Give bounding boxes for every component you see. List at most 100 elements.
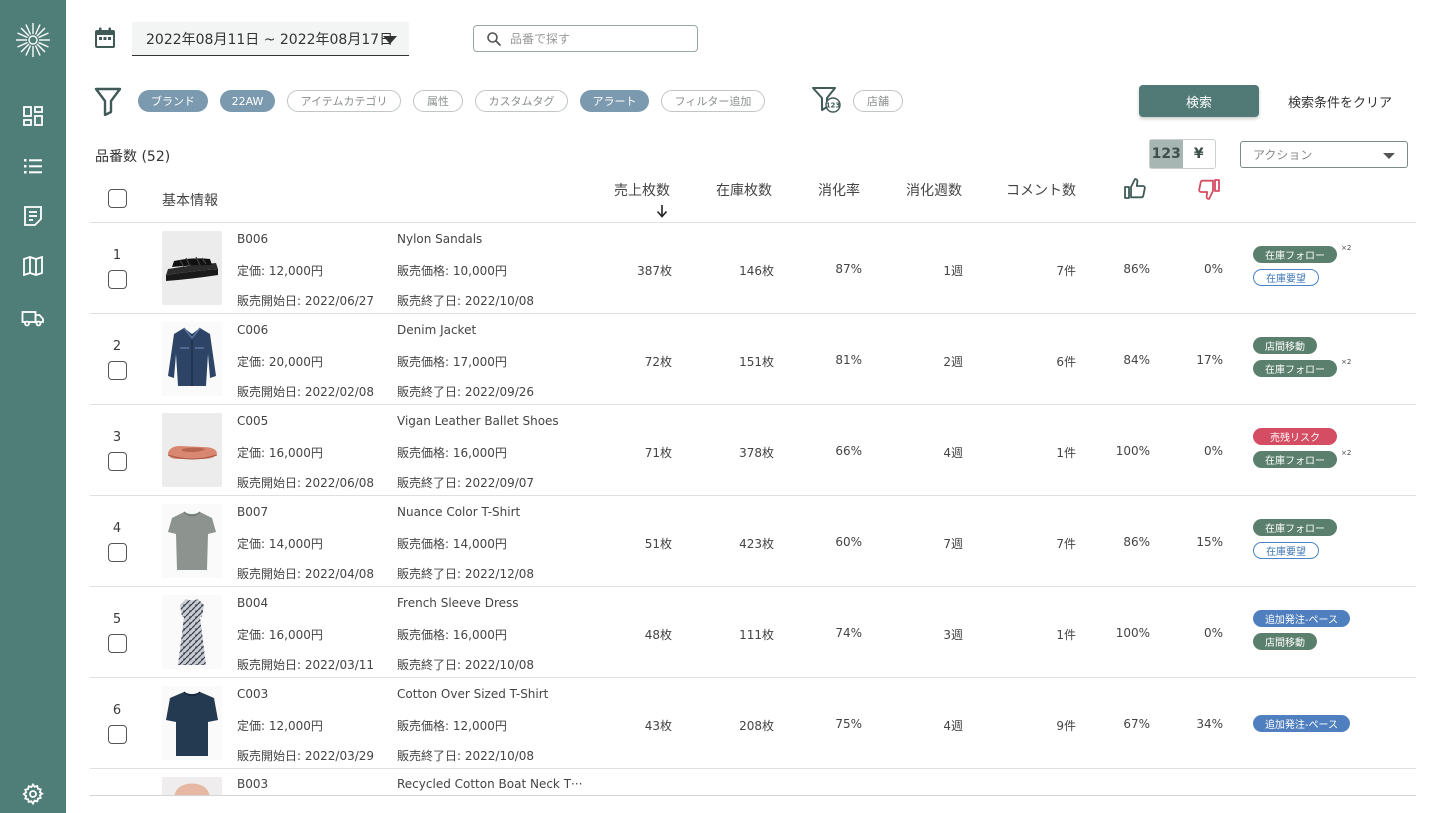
filter-chip-alert[interactable]: アラート xyxy=(580,90,649,112)
select-all-checkbox[interactable] xyxy=(108,189,127,208)
filter-chip-store[interactable]: 店舗 xyxy=(853,90,903,112)
stock-cell: 151枚 xyxy=(739,355,774,369)
search-button[interactable]: 検索 xyxy=(1139,85,1259,117)
comments-cell: 7件 xyxy=(1056,537,1076,551)
product-name[interactable]: Vigan Leather Ballet Shoes xyxy=(397,414,559,428)
search-box[interactable] xyxy=(473,25,698,52)
add-filter-button[interactable]: フィルター追加 xyxy=(661,90,765,112)
alert-tag[interactable]: 在庫要望 xyxy=(1253,542,1319,559)
store-filter-badge: 123 xyxy=(826,102,841,110)
product-thumbnail[interactable] xyxy=(162,595,222,669)
sale-start-date: 販売開始日: 2022/04/08 xyxy=(237,567,375,581)
sale-start-date: 販売開始日: 2022/03/11 xyxy=(237,658,375,672)
dashboard-icon[interactable] xyxy=(21,104,45,128)
alert-tag[interactable]: 在庫フォロー xyxy=(1253,360,1337,377)
store-filter-icon[interactable]: 123 xyxy=(811,85,841,115)
filter-chip-item-category[interactable]: アイテムカテゴリ xyxy=(287,90,401,112)
product-name[interactable]: Nylon Sandals xyxy=(397,232,482,246)
row-checkbox[interactable] xyxy=(108,543,127,562)
table-row[interactable]: B003 Recycled Cotton Boat Neck T··· xyxy=(90,769,1416,796)
caret-down-icon xyxy=(1383,153,1395,159)
filter-chip-season[interactable]: 22AW xyxy=(220,90,275,112)
alert-tag[interactable]: 在庫フォロー xyxy=(1253,519,1337,536)
calendar-icon[interactable] xyxy=(93,26,117,50)
units-sold-cell: 72枚 xyxy=(644,355,672,369)
sort-descending-icon[interactable] xyxy=(655,203,669,219)
list-price: 定価: 12,000円 xyxy=(237,264,323,278)
search-input[interactable] xyxy=(510,31,690,46)
filter-chip-attribute[interactable]: 属性 xyxy=(413,90,463,112)
column-header-units-sold[interactable]: 売上枚数 xyxy=(614,180,670,200)
filter-icon[interactable] xyxy=(94,86,122,117)
column-header-comments[interactable]: コメント数 xyxy=(1006,180,1076,200)
product-thumbnail[interactable] xyxy=(162,231,222,305)
column-header-weeks[interactable]: 消化週数 xyxy=(906,180,962,200)
clear-conditions-button[interactable]: 検索条件をクリア xyxy=(1284,85,1396,117)
table-row[interactable]: 3 C005 定価: 16,000円 販売開始日: 2022/06/08 Vigan L… xyxy=(90,405,1416,496)
comments-cell: 9件 xyxy=(1056,719,1076,733)
alert-tag[interactable]: 追加発注-ペース xyxy=(1253,715,1350,732)
alert-tag[interactable]: 売残リスク xyxy=(1253,428,1337,445)
settings-gear-icon[interactable] xyxy=(21,782,45,806)
sale-start-date: 販売開始日: 2022/03/29 xyxy=(237,749,375,763)
unit-toggle-yen[interactable]: ¥ xyxy=(1183,140,1216,168)
map-icon[interactable] xyxy=(21,254,45,278)
row-checkbox[interactable] xyxy=(108,452,127,471)
dislike-rate-cell: 0% xyxy=(1203,262,1223,276)
product-name[interactable]: Cotton Over Sized T-Shirt xyxy=(397,687,548,701)
product-thumbnail[interactable] xyxy=(162,686,222,760)
product-name[interactable]: Denim Jacket xyxy=(397,323,476,337)
product-code[interactable]: B007 xyxy=(237,505,268,519)
column-header-sell-through[interactable]: 消化率 xyxy=(818,180,860,200)
product-name[interactable]: Nuance Color T-Shirt xyxy=(397,505,520,519)
row-rank: 1 xyxy=(112,248,122,263)
row-checkbox[interactable] xyxy=(108,725,127,744)
table-row[interactable]: 4 B007 定価: 14,000円 販売開始日: 2022/04/08 Nuance … xyxy=(90,496,1416,587)
caret-down-icon xyxy=(383,36,397,44)
row-checkbox[interactable] xyxy=(108,634,127,653)
filter-chip-brand[interactable]: ブランド xyxy=(138,90,208,112)
date-range-select[interactable]: 2022年08月11日 ~ 2022年08月17日 xyxy=(132,22,409,56)
like-rate-cell: 100% xyxy=(1115,626,1150,640)
table-row[interactable]: 6 C003 定価: 12,000円 販売開始日: 2022/03/29 Cotton … xyxy=(90,678,1416,769)
product-thumbnail[interactable] xyxy=(162,322,222,396)
product-thumbnail[interactable] xyxy=(162,504,222,578)
filter-chip-custom-tag[interactable]: カスタムタグ xyxy=(475,90,568,112)
alert-tag[interactable]: 追加発注-ペース xyxy=(1253,610,1350,627)
sale-end-date: 販売終了日: 2022/10/08 xyxy=(397,749,535,763)
product-code[interactable]: C005 xyxy=(237,414,268,428)
alert-tag[interactable]: 在庫要望 xyxy=(1253,269,1319,286)
row-checkbox[interactable] xyxy=(108,361,127,380)
note-icon[interactable] xyxy=(21,204,45,228)
alert-tag[interactable]: 在庫フォロー xyxy=(1253,451,1337,468)
alert-tag[interactable]: 在庫フォロー xyxy=(1253,246,1337,263)
product-name[interactable]: French Sleeve Dress xyxy=(397,596,519,610)
column-header-stock[interactable]: 在庫枚数 xyxy=(716,180,772,200)
list-icon[interactable] xyxy=(21,154,45,178)
alert-tag[interactable]: 店間移動 xyxy=(1253,633,1317,650)
thumbs-up-icon[interactable] xyxy=(1123,177,1147,205)
product-code[interactable]: B006 xyxy=(237,232,268,246)
stock-cell: 423枚 xyxy=(739,537,774,551)
product-code[interactable]: C006 xyxy=(237,323,268,337)
row-checkbox[interactable] xyxy=(108,270,127,289)
like-rate-cell: 84% xyxy=(1123,353,1150,367)
logo-icon[interactable] xyxy=(15,22,51,58)
sale-end-date: 販売終了日: 2022/12/08 xyxy=(397,567,535,581)
table-row[interactable]: 1 B006 定価: 12,000円 販売開始日: 2022/06/27 Nylon S… xyxy=(90,223,1416,314)
like-rate-cell: 67% xyxy=(1123,717,1150,731)
sale-price: 販売価格: 12,000円 xyxy=(397,719,507,733)
product-thumbnail[interactable] xyxy=(162,413,222,487)
comments-cell: 6件 xyxy=(1056,355,1076,369)
product-code[interactable]: B004 xyxy=(237,596,268,610)
unit-toggle[interactable]: 123 ¥ xyxy=(1149,139,1216,169)
unit-toggle-quantity[interactable]: 123 xyxy=(1150,140,1183,168)
product-code[interactable]: C003 xyxy=(237,687,268,701)
action-select[interactable]: アクション xyxy=(1240,141,1408,168)
table-row[interactable]: 5 B004 定価: 16,000円 販売開始日: 2022/03/11 French … xyxy=(90,587,1416,678)
table-row[interactable]: 2 C006 定価: 20,000円 販売開始日: 2022/02/08 Denim J… xyxy=(90,314,1416,405)
alert-tag[interactable]: 店間移動 xyxy=(1253,337,1317,354)
truck-icon[interactable] xyxy=(21,306,45,330)
row-rank: 4 xyxy=(112,521,122,536)
thumbs-down-icon[interactable] xyxy=(1197,177,1221,205)
